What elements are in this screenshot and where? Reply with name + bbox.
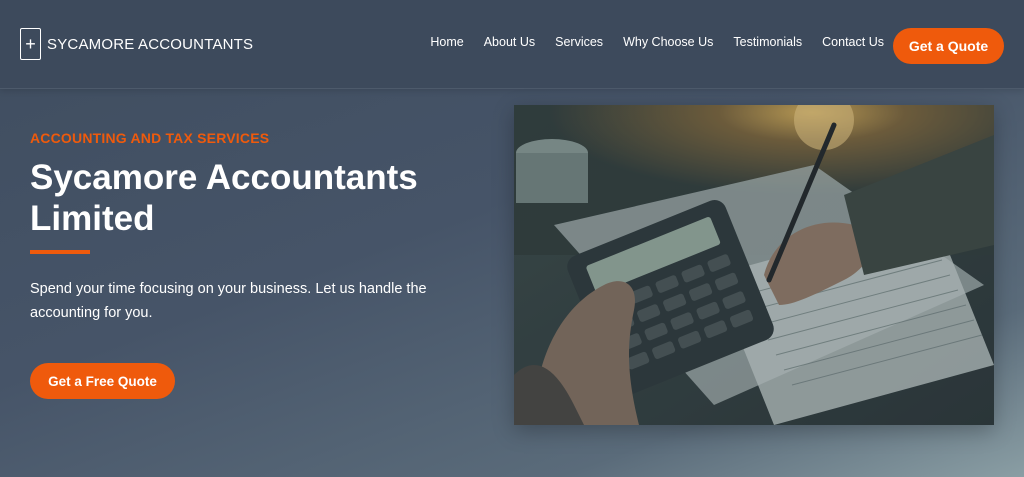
nav-services[interactable]: Services (555, 35, 603, 49)
logo[interactable]: + SYCAMORE ACCOUNTANTS (20, 28, 253, 60)
brand-name: SYCAMORE ACCOUNTANTS (47, 35, 254, 53)
logo-plus-icon: + (20, 28, 41, 60)
hero-eyebrow: ACCOUNTING AND TAX SERVICES (30, 130, 270, 146)
nav-contact-us[interactable]: Contact Us (822, 35, 884, 49)
nav-why-choose-us[interactable]: Why Choose Us (623, 35, 713, 49)
get-a-quote-button[interactable]: Get a Quote (893, 28, 1004, 64)
nav-about-us[interactable]: About Us (484, 35, 535, 49)
main-nav: Home About Us Services Why Choose Us Tes… (430, 35, 884, 49)
nav-testimonials[interactable]: Testimonials (733, 35, 802, 49)
hero-image (514, 105, 994, 425)
site-header: + SYCAMORE ACCOUNTANTS Home About Us Ser… (0, 0, 1024, 89)
hero-title: Sycamore Accountants Limited (30, 158, 418, 238)
accent-divider (30, 250, 90, 254)
get-free-quote-button[interactable]: Get a Free Quote (30, 363, 175, 399)
accountant-calculator-photo-icon (514, 105, 994, 425)
nav-home[interactable]: Home (430, 35, 463, 49)
hero-subtitle: Spend your time focusing on your busines… (30, 281, 427, 321)
